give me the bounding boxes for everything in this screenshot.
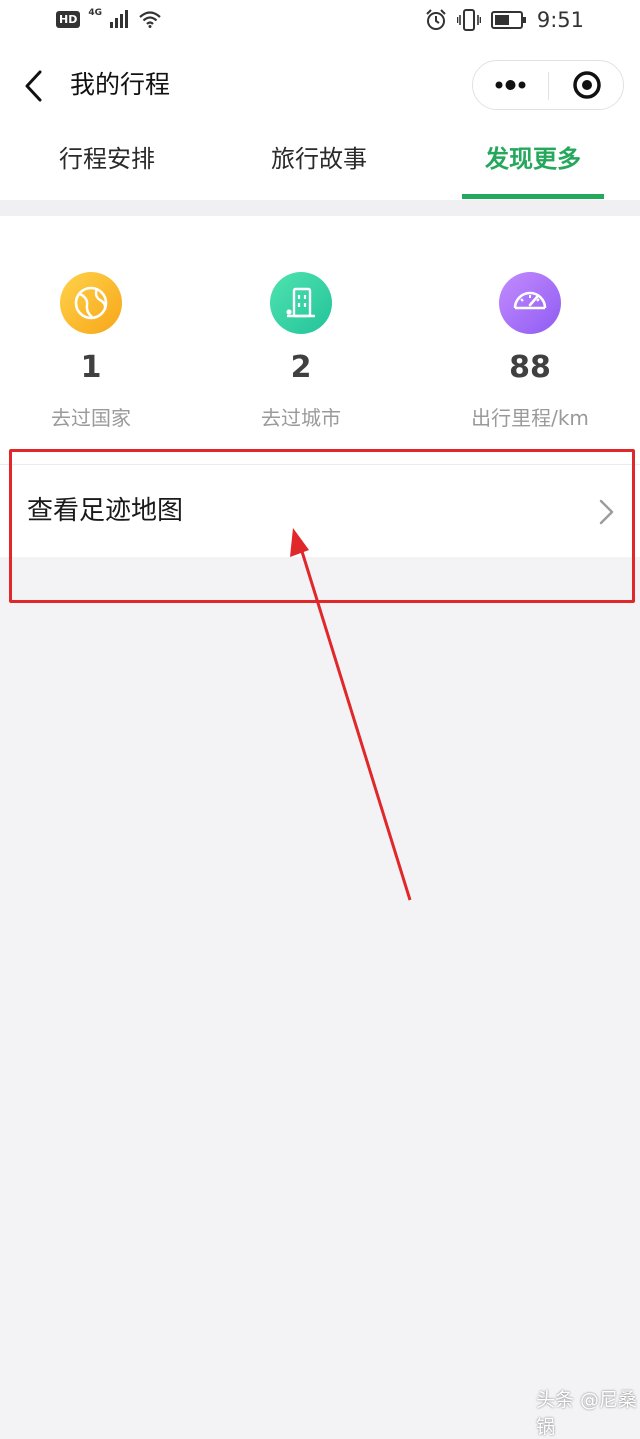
annotation-arrow xyxy=(290,528,412,901)
watermark-text: 头条 @尼桑锅 xyxy=(536,1389,638,1438)
